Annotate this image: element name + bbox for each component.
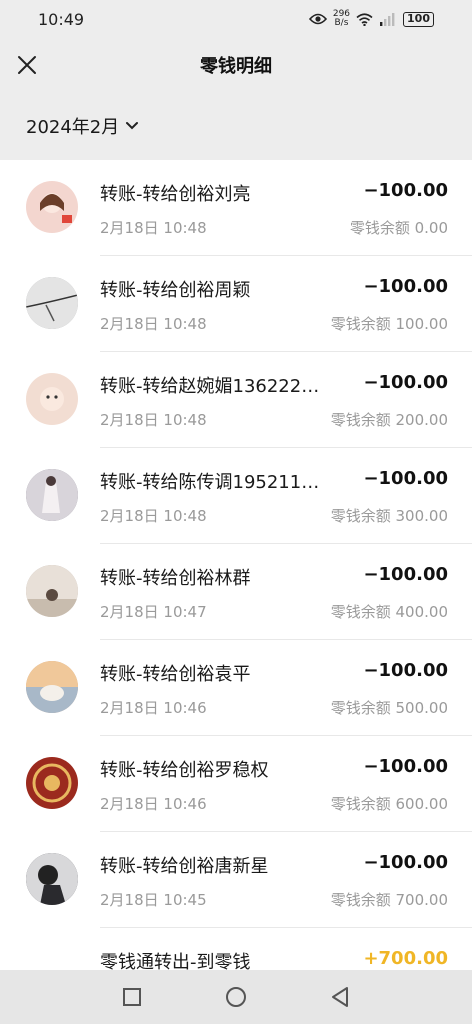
wifi-icon: [356, 12, 373, 26]
signal-icon: [380, 13, 395, 26]
avatar: [26, 565, 78, 617]
balance-text: 零钱余额 700.00: [330, 891, 448, 909]
transaction-time: 2月18日 10:46: [100, 795, 207, 813]
transaction-time: 2月18日 10:48: [100, 219, 207, 237]
eye-icon: [308, 13, 327, 25]
balance-text: 零钱余额 300.00: [330, 507, 448, 525]
system-nav-bar: [0, 970, 472, 1024]
transaction-title: 转账-转给赵婉媚136222…: [100, 376, 320, 397]
square-icon: [123, 988, 141, 1006]
transaction-amount: −100.00: [363, 468, 448, 489]
transaction-title: 转账-转给创裕唐新星: [100, 856, 269, 877]
avatar: [26, 181, 78, 233]
circle-icon: [226, 987, 246, 1007]
balance-text: 零钱余额 400.00: [330, 603, 448, 621]
transaction-amount: −100.00: [363, 180, 448, 201]
status-time: 10:49: [38, 9, 85, 29]
balance-text: 零钱余额 600.00: [330, 795, 448, 813]
avatar: [26, 373, 78, 425]
transaction-row[interactable]: 转账-转给创裕唐新星 2月18日 10:45 −100.00 零钱余额 700.…: [0, 832, 472, 928]
balance-text: 零钱余额 100.00: [330, 315, 448, 333]
avatar: [26, 757, 78, 809]
transaction-list: 转账-转给创裕刘亮 2月18日 10:48 −100.00 零钱余额 0.00 …: [0, 160, 472, 1024]
transaction-time: 2月18日 10:48: [100, 315, 207, 333]
recents-button[interactable]: [118, 983, 146, 1011]
transaction-row[interactable]: 转账-转给创裕刘亮 2月18日 10:48 −100.00 零钱余额 0.00: [0, 160, 472, 256]
transaction-row[interactable]: 转账-转给创裕罗稳权 2月18日 10:46 −100.00 零钱余额 600.…: [0, 736, 472, 832]
transaction-amount: −100.00: [363, 756, 448, 777]
transaction-amount: −100.00: [363, 852, 448, 873]
transaction-amount: +700.00: [363, 948, 448, 969]
transaction-amount: −100.00: [363, 660, 448, 681]
transaction-title: 转账-转给创裕罗稳权: [100, 760, 269, 781]
transaction-time: 2月18日 10:46: [100, 699, 207, 717]
month-filter[interactable]: 2024年2月: [0, 92, 472, 160]
transaction-title: 转账-转给陈传调195211…: [100, 472, 320, 493]
nav-bar: 零钱明细: [0, 38, 472, 92]
transaction-row[interactable]: 转账-转给陈传调195211… 2月18日 10:48 −100.00 零钱余额…: [0, 448, 472, 544]
status-icons: 296 B/s 100: [308, 9, 434, 28]
transaction-time: 2月18日 10:48: [100, 411, 207, 429]
triangle-back-icon: [332, 987, 348, 1007]
transaction-row[interactable]: 转账-转给赵婉媚136222… 2月18日 10:48 −100.00 零钱余额…: [0, 352, 472, 448]
transaction-title: 转账-转给创裕周颖: [100, 280, 251, 301]
close-icon: [18, 56, 36, 74]
transaction-amount: −100.00: [363, 372, 448, 393]
transaction-title: 转账-转给创裕袁平: [100, 664, 251, 685]
back-button[interactable]: [326, 983, 354, 1011]
balance-text: 零钱余额 500.00: [330, 699, 448, 717]
transaction-time: 2月18日 10:48: [100, 507, 207, 525]
transaction-amount: −100.00: [363, 276, 448, 297]
page-title: 零钱明细: [200, 56, 272, 77]
avatar: [26, 853, 78, 905]
avatar: [26, 277, 78, 329]
transaction-amount: −100.00: [363, 564, 448, 585]
transaction-title: 转账-转给创裕林群: [100, 568, 251, 589]
month-label: 2024年2月: [26, 117, 120, 138]
transaction-row[interactable]: 转账-转给创裕周颖 2月18日 10:48 −100.00 零钱余额 100.0…: [0, 256, 472, 352]
balance-text: 零钱余额 0.00: [349, 219, 448, 237]
transaction-row[interactable]: 转账-转给创裕林群 2月18日 10:47 −100.00 零钱余额 400.0…: [0, 544, 472, 640]
avatar: [26, 469, 78, 521]
chevron-down-icon: [126, 122, 139, 130]
network-speed: 296 B/s: [332, 9, 351, 28]
close-button[interactable]: [12, 50, 42, 80]
transaction-title: 转账-转给创裕刘亮: [100, 184, 251, 205]
transaction-row[interactable]: 转账-转给创裕袁平 2月18日 10:46 −100.00 零钱余额 500.0…: [0, 640, 472, 736]
battery-indicator: 100: [403, 11, 434, 27]
home-button[interactable]: [222, 983, 250, 1011]
transaction-time: 2月18日 10:47: [100, 603, 207, 621]
status-bar: 10:49 296 B/s 100: [0, 0, 472, 38]
avatar: [26, 661, 78, 713]
transaction-time: 2月18日 10:45: [100, 891, 207, 909]
balance-text: 零钱余额 200.00: [330, 411, 448, 429]
